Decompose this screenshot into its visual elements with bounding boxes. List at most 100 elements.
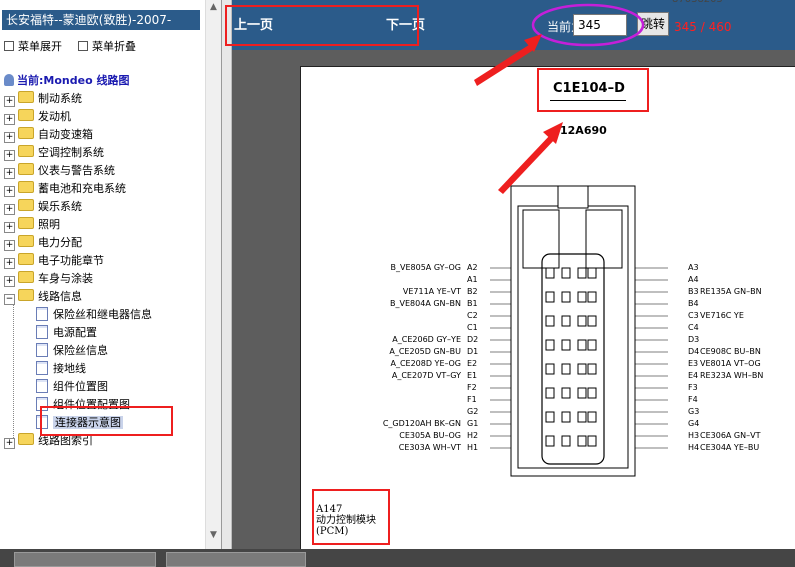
current-label: 当前:Mondeo 线路图 bbox=[17, 74, 130, 87]
pin-cavity bbox=[545, 363, 555, 375]
expand-toggle-icon[interactable]: + bbox=[4, 168, 15, 179]
right-pin-id: D4 bbox=[688, 347, 700, 356]
left-pin-id: E2 bbox=[467, 359, 478, 368]
location-icon bbox=[4, 74, 14, 86]
taskbar-tab[interactable] bbox=[166, 552, 306, 567]
pin-cavity bbox=[587, 363, 597, 375]
tree-folder[interactable]: + 自动变速箱 bbox=[4, 126, 93, 144]
pin-cavity bbox=[587, 339, 597, 351]
tree-leaf-label: 接地线 bbox=[53, 362, 86, 375]
tree-folder[interactable]: + 发动机 bbox=[4, 108, 71, 126]
tree-folder[interactable]: + 车身与涂装 bbox=[4, 270, 93, 288]
expand-toggle-icon[interactable]: + bbox=[4, 150, 15, 161]
connector-key bbox=[557, 185, 589, 209]
tree-folder[interactable]: + 仪表与警告系统 bbox=[4, 162, 115, 180]
right-pin-id: B3 bbox=[688, 287, 699, 296]
tree-folder[interactable]: + 蓄电池和充电系统 bbox=[4, 180, 126, 198]
right-pin-id: H3 bbox=[688, 431, 700, 440]
current-node[interactable]: 当前:Mondeo 线路图 bbox=[4, 72, 129, 88]
connector-outline bbox=[510, 185, 636, 477]
tree-folder[interactable]: + 电子功能章节 bbox=[4, 252, 104, 270]
expand-toggle-icon[interactable]: + bbox=[4, 186, 15, 197]
folder-icon bbox=[18, 217, 34, 229]
page-number-input[interactable] bbox=[573, 14, 627, 36]
collapse-icon bbox=[78, 41, 88, 51]
tree-leaf[interactable]: 组件位置图 bbox=[36, 378, 108, 396]
panel-splitter[interactable] bbox=[222, 0, 232, 549]
collapse-toggle-icon[interactable]: − bbox=[4, 294, 15, 305]
tree-scrollbar[interactable]: ▲ ▼ bbox=[205, 0, 221, 549]
pin-cells bbox=[545, 267, 597, 447]
annotation-box bbox=[225, 5, 419, 46]
expand-all-label: 菜单展开 bbox=[18, 40, 62, 53]
expand-toggle-icon[interactable]: + bbox=[4, 240, 15, 251]
pin-cavity bbox=[587, 435, 597, 447]
pin-cavity bbox=[561, 411, 571, 423]
expand-toggle-icon[interactable]: + bbox=[4, 96, 15, 107]
tree-leaf[interactable]: 保险丝信息 bbox=[36, 342, 108, 360]
right-pin-id: C4 bbox=[688, 323, 699, 332]
tree-leaf[interactable]: 接地线 bbox=[36, 360, 86, 378]
left-pin-id: A2 bbox=[467, 263, 478, 272]
expand-toggle-icon[interactable]: + bbox=[4, 204, 15, 215]
right-pin-id: G3 bbox=[688, 407, 700, 416]
right-pin-id: E4 bbox=[688, 371, 699, 380]
tree-folder-label: 空调控制系统 bbox=[38, 146, 104, 159]
expand-all-button[interactable]: 菜单展开 bbox=[4, 38, 62, 54]
pin-cavity bbox=[577, 315, 587, 327]
expand-toggle-icon[interactable]: + bbox=[4, 258, 15, 269]
expand-toggle-icon[interactable]: + bbox=[4, 276, 15, 287]
folder-icon bbox=[18, 109, 34, 121]
folder-icon bbox=[18, 127, 34, 139]
tree-folder-label: 车身与涂装 bbox=[38, 272, 93, 285]
go-button[interactable]: 跳转 bbox=[637, 12, 669, 36]
tree-folder-label: 仪表与警告系统 bbox=[38, 164, 115, 177]
expand-toggle-icon[interactable]: + bbox=[4, 438, 15, 449]
tree-folder-label: 电力分配 bbox=[38, 236, 82, 249]
expand-toggle-icon[interactable]: + bbox=[4, 132, 15, 143]
left-pin-id: F2 bbox=[467, 383, 477, 392]
left-pin-id: F1 bbox=[467, 395, 477, 404]
document-icon bbox=[36, 361, 48, 375]
connector-latch bbox=[522, 209, 560, 269]
left-wire-code: VE711A YE–VT bbox=[402, 287, 461, 296]
tree-leaf-label: 组件位置图 bbox=[53, 380, 108, 393]
tree-leaf[interactable]: 电源配置 bbox=[36, 324, 97, 342]
pin-cavity bbox=[545, 387, 555, 399]
right-wire-code: RE323A WH–BN bbox=[700, 371, 764, 380]
tree-folder[interactable]: + 制动系统 bbox=[4, 90, 82, 108]
part-number: 12A690 bbox=[560, 124, 607, 137]
left-wire-code: A_CE206D GY–YE bbox=[392, 335, 461, 344]
taskbar-tab[interactable] bbox=[14, 552, 156, 567]
pin-cavity bbox=[561, 267, 571, 279]
scroll-up-icon[interactable]: ▲ bbox=[210, 2, 217, 12]
pin-cavity bbox=[545, 435, 555, 447]
tree-leaf[interactable]: 保险丝和继电器信息 bbox=[36, 306, 152, 324]
folder-icon bbox=[18, 253, 34, 265]
pin-cavity bbox=[577, 435, 587, 447]
pin-cavity bbox=[545, 291, 555, 303]
scroll-down-icon[interactable]: ▼ bbox=[210, 530, 217, 540]
tree-folder[interactable]: + 电力分配 bbox=[4, 234, 82, 252]
left-pin-id: D1 bbox=[467, 347, 479, 356]
pin-cavity bbox=[561, 339, 571, 351]
folder-open-icon bbox=[18, 289, 34, 301]
tree-folder-expanded[interactable]: − 线路信息 bbox=[4, 288, 82, 306]
pin-cavity bbox=[577, 267, 587, 279]
tree-folder-label: 线路信息 bbox=[38, 290, 82, 303]
collapse-all-button[interactable]: 菜单折叠 bbox=[78, 38, 136, 54]
expand-toggle-icon[interactable]: + bbox=[4, 114, 15, 125]
pin-cavity bbox=[545, 267, 555, 279]
tree-folder-label: 照明 bbox=[38, 218, 60, 231]
pin-cavity bbox=[545, 411, 555, 423]
right-pin-id: B4 bbox=[688, 299, 699, 308]
expand-toggle-icon[interactable]: + bbox=[4, 222, 15, 233]
tree-folder[interactable]: + 空调控制系统 bbox=[4, 144, 104, 162]
tree-folder[interactable]: + 娱乐系统 bbox=[4, 198, 82, 216]
pin-cavity bbox=[545, 339, 555, 351]
pin-cavity bbox=[577, 363, 587, 375]
pin-cavity bbox=[587, 387, 597, 399]
connector-diagram bbox=[490, 185, 668, 477]
left-pin-id: G1 bbox=[467, 419, 479, 428]
tree-folder[interactable]: + 照明 bbox=[4, 216, 60, 234]
